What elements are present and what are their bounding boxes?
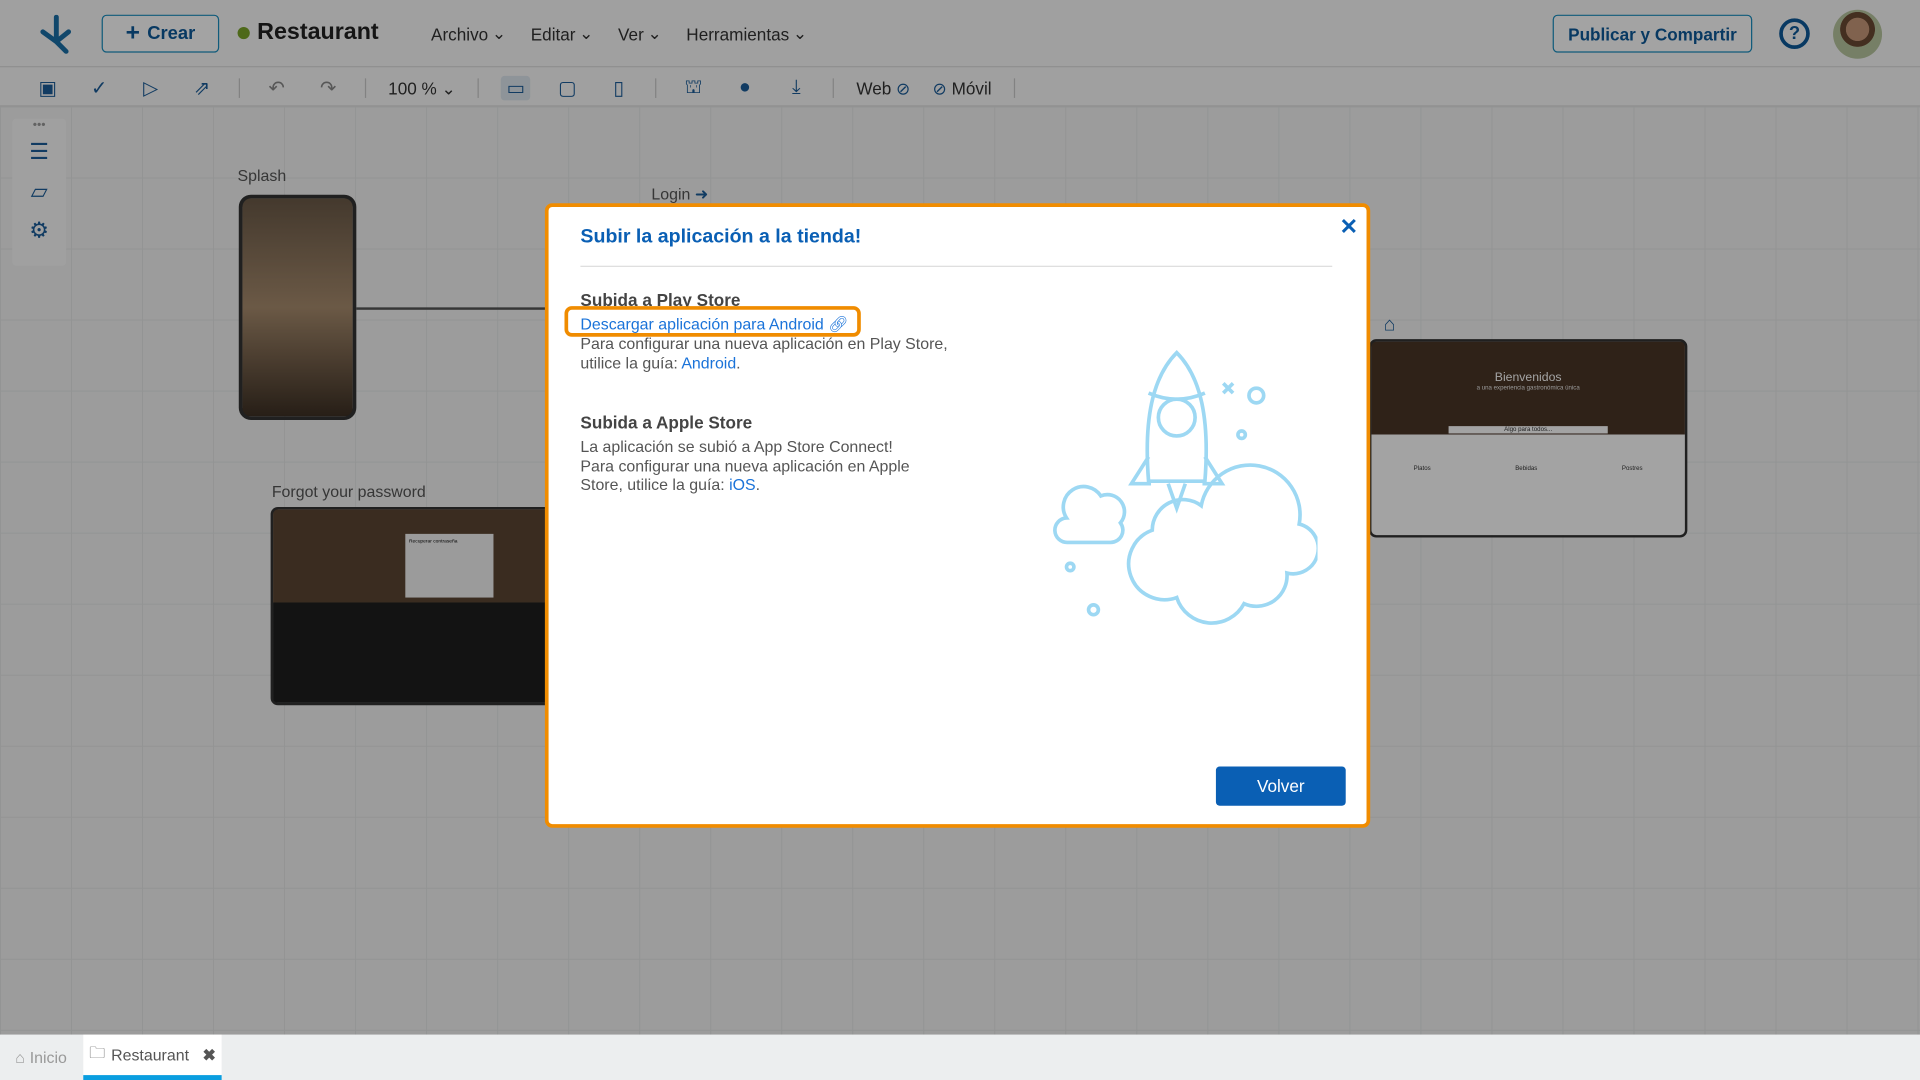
folder-icon: 🗀︎ bbox=[89, 1042, 106, 1062]
bottom-tab-bar: ⌂ Inicio 🗀︎ Restaurant ✖ bbox=[0, 1034, 1920, 1080]
download-android-link[interactable]: Descargar aplicación para Android 🔗︎ bbox=[580, 315, 848, 334]
apple-store-text: La aplicación se subió a App Store Conne… bbox=[580, 437, 910, 494]
tab-inicio[interactable]: ⌂ Inicio bbox=[0, 1035, 82, 1080]
link-icon: 🔗︎ bbox=[828, 314, 849, 334]
tab-restaurant[interactable]: 🗀︎ Restaurant ✖ bbox=[83, 1034, 222, 1080]
divider bbox=[580, 265, 1333, 267]
ios-guide-link[interactable]: iOS bbox=[729, 475, 756, 493]
upload-store-dialog: Subir la aplicación a la tienda! ✕ Subid… bbox=[544, 203, 1371, 828]
apple-store-heading: Subida a Apple Store bbox=[580, 412, 753, 433]
android-guide-link[interactable]: Android bbox=[681, 353, 736, 371]
rocket-illustration-icon bbox=[1053, 350, 1318, 625]
dialog-title: Subir la aplicación a la tienda! bbox=[580, 226, 862, 248]
back-button[interactable]: Volver bbox=[1215, 766, 1346, 806]
home-icon: ⌂ bbox=[15, 1048, 25, 1067]
close-icon[interactable]: ✕ bbox=[1340, 214, 1358, 240]
close-tab-icon[interactable]: ✖ bbox=[202, 1045, 215, 1065]
play-store-text: Para configurar una nueva aplicación en … bbox=[580, 334, 948, 372]
